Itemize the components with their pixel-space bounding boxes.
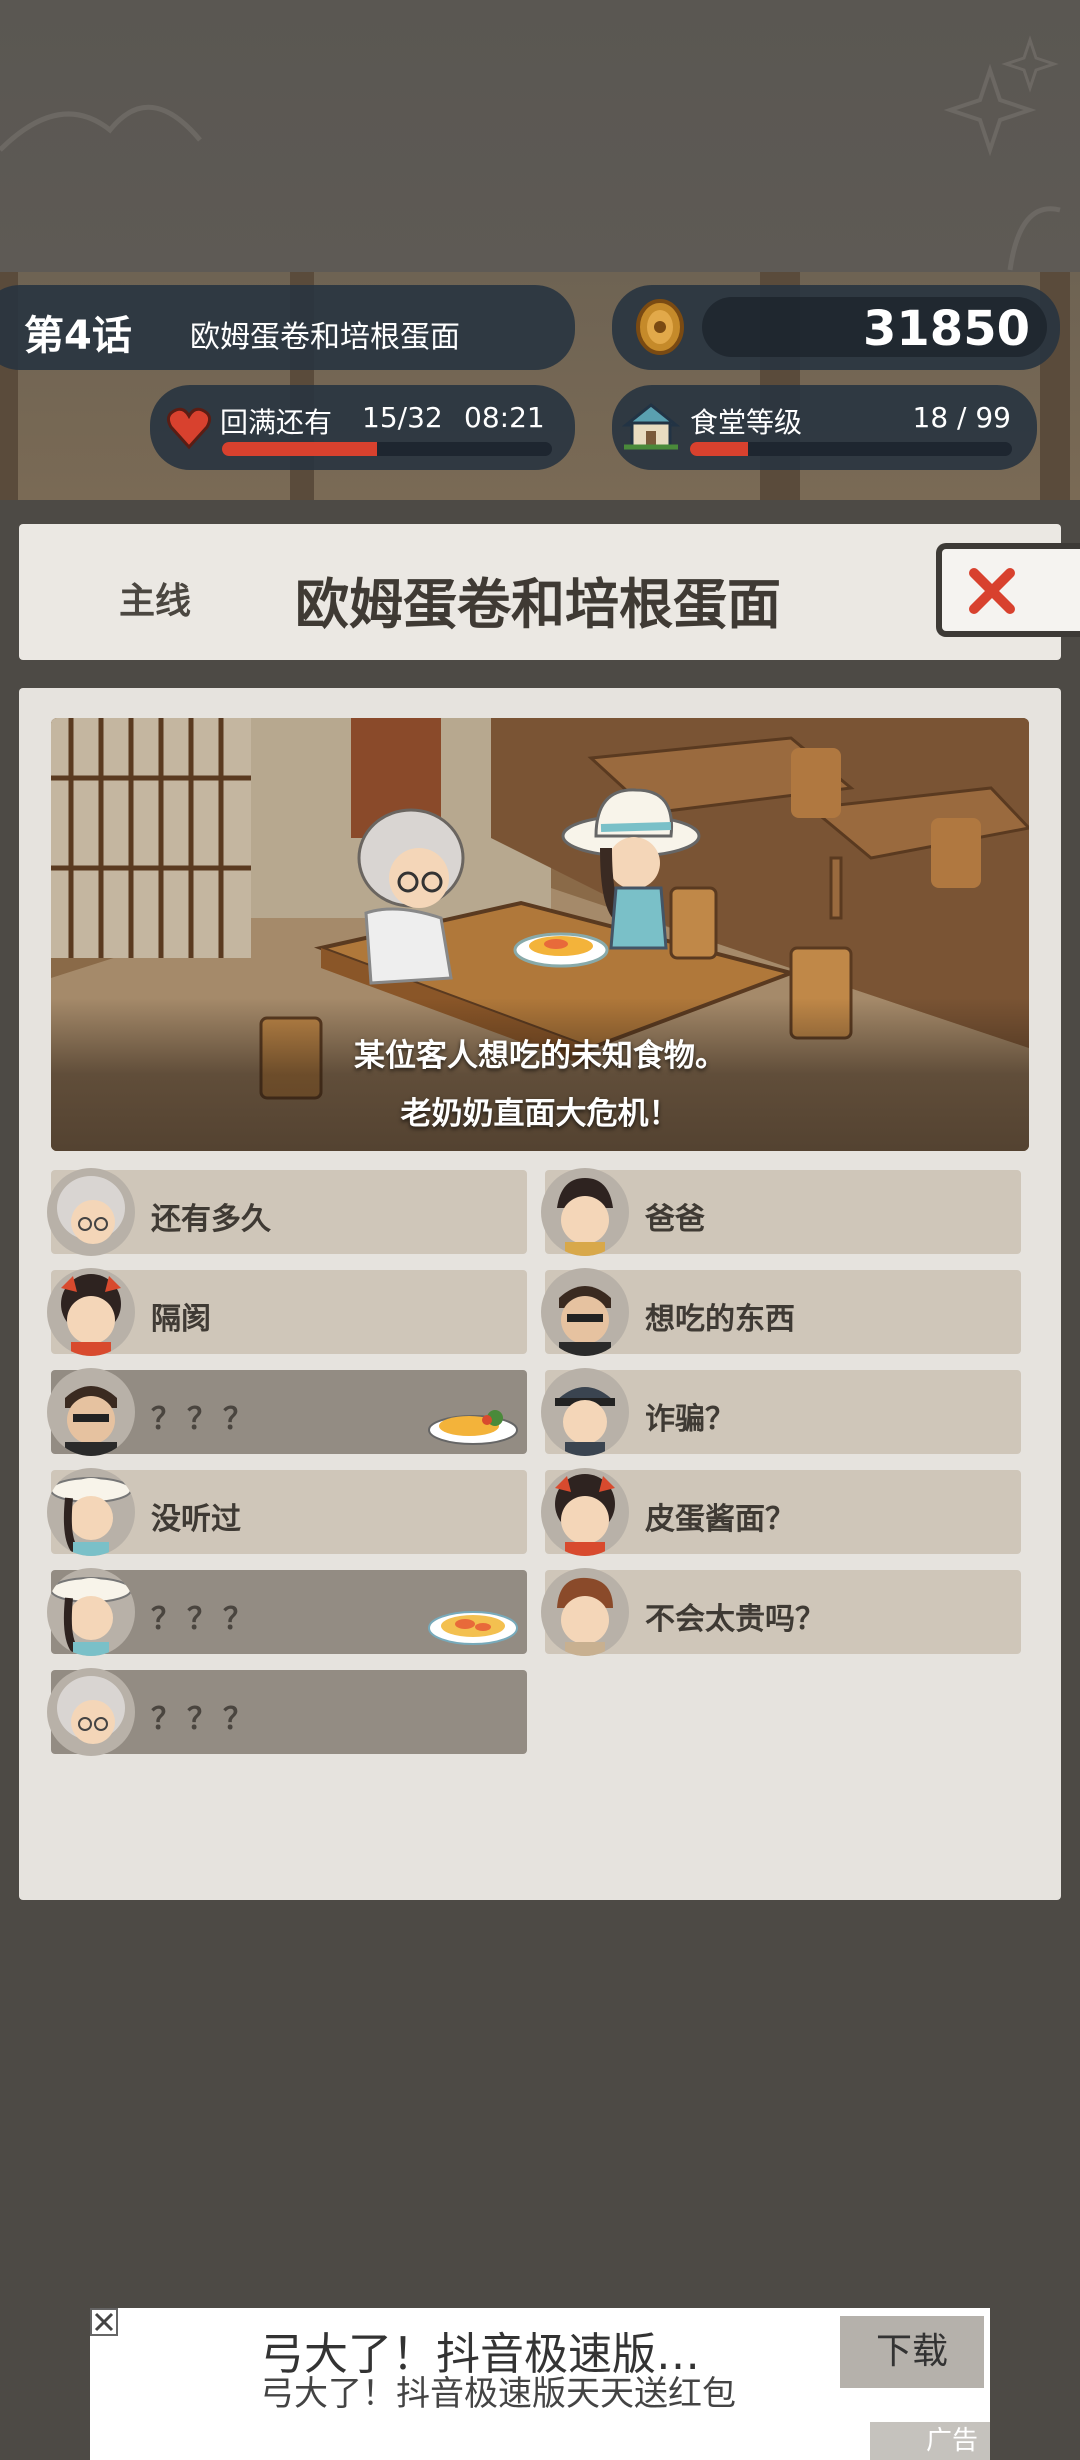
topic-label: 隔阂 [151,1302,211,1337]
story-scene-image: 某位客人想吃的未知食物。 老奶奶直面大危机！ [51,718,1029,1151]
girl-sunhat-avatar-icon [47,1468,135,1556]
man-sunglasses-avatar-icon [47,1368,135,1456]
close-button[interactable] [936,543,1080,637]
stamina-count: 15/32 [362,401,443,434]
girl-red-bow-avatar-icon [541,1468,629,1556]
girl-sunhat-avatar-icon [47,1568,135,1656]
stamina-timer: 08:21 [464,401,545,434]
topic-card-locked[interactable]: ？？？ [47,1368,527,1456]
topic-card[interactable]: 隔阂 [47,1268,527,1356]
scene-caption-line2: 老奶奶直面大危机！ [400,1096,680,1132]
ad-banner[interactable]: 弓大了！抖音极速版… 弓大了！抖音极速版天天送红包 下载 广告 [90,2308,990,2460]
topic-label: 还有多久 [151,1202,271,1237]
ad-text: 弓大了！抖音极速版天天送红包 [260,2374,736,2414]
topic-card-locked[interactable]: ？？？ [47,1568,527,1656]
man-sunglasses-avatar-icon [541,1268,629,1356]
topic-card[interactable]: 不会太贵吗？ [541,1568,1021,1656]
episode-number: 第4话 [24,313,132,359]
episode-title: 欧姆蛋卷和培根蛋面 [190,320,460,355]
stamina-panel[interactable]: 回满还有 15/32 08:21 [150,385,575,470]
scene-caption-line1: 某位客人想吃的未知食物。 [354,1038,726,1074]
topic-card-locked[interactable]: ？？？ [47,1668,527,1756]
topic-label: 皮蛋酱面？ [645,1502,795,1537]
topic-card[interactable]: 想吃的东西 [541,1268,1021,1356]
cafeteria-level-panel[interactable]: 食堂等级 18 / 99 [612,385,1037,470]
stamina-progress-bar [222,442,552,456]
coin-icon [636,299,684,355]
topic-label: ？？？ [151,1602,259,1637]
episode-banner: 第4话 欧姆蛋卷和培根蛋面 [0,285,575,370]
topic-label: ？？？ [151,1702,259,1737]
ad-download-button[interactable]: 下载 [840,2316,984,2388]
house-icon [622,403,680,450]
topic-label: 没听过 [151,1502,241,1537]
story-title: 欧姆蛋卷和培根蛋面 [295,573,781,636]
story-header: 主线 欧姆蛋卷和培根蛋面 [19,524,1061,660]
coin-value: 31850 [863,301,1030,357]
topic-card[interactable]: 没听过 [47,1468,527,1556]
topic-card[interactable]: 爸爸 [541,1168,1021,1256]
topic-label: 想吃的东西 [645,1302,795,1337]
background-doodle [0,35,1061,271]
boy-avatar-icon [541,1168,629,1256]
omelette-icon [428,1410,518,1445]
carbonara-icon [428,1611,518,1645]
topic-label: ？？？ [151,1402,259,1437]
ad-title: 弓大了！抖音极速版… [260,2329,700,2380]
level-value: 18 / 99 [912,401,1012,434]
topic-label: 爸爸 [645,1202,705,1237]
topic-card[interactable]: 诈骗？ [541,1368,1021,1456]
officer-cap-avatar-icon [541,1368,629,1456]
stamina-label: 回满还有 [220,406,333,439]
coin-counter: 31850 [612,285,1060,370]
ad-tag: 广告 [870,2422,990,2460]
level-progress-bar [690,442,1012,456]
heart-icon [166,407,212,450]
man-brown-hair-avatar-icon [541,1568,629,1656]
grandma-avatar-icon [47,1668,135,1756]
story-type-label: 主线 [119,581,192,622]
topic-card[interactable]: 皮蛋酱面？ [541,1468,1021,1556]
topic-label: 不会太贵吗？ [645,1602,825,1637]
close-icon [969,568,1015,614]
girl-red-bow-avatar-icon [47,1268,135,1356]
ad-close-icon[interactable] [90,2308,118,2336]
topic-card[interactable]: 还有多久 [47,1168,527,1256]
level-label: 食堂等级 [690,406,803,439]
grandma-avatar-icon [47,1168,135,1256]
topic-label: 诈骗？ [645,1402,735,1437]
